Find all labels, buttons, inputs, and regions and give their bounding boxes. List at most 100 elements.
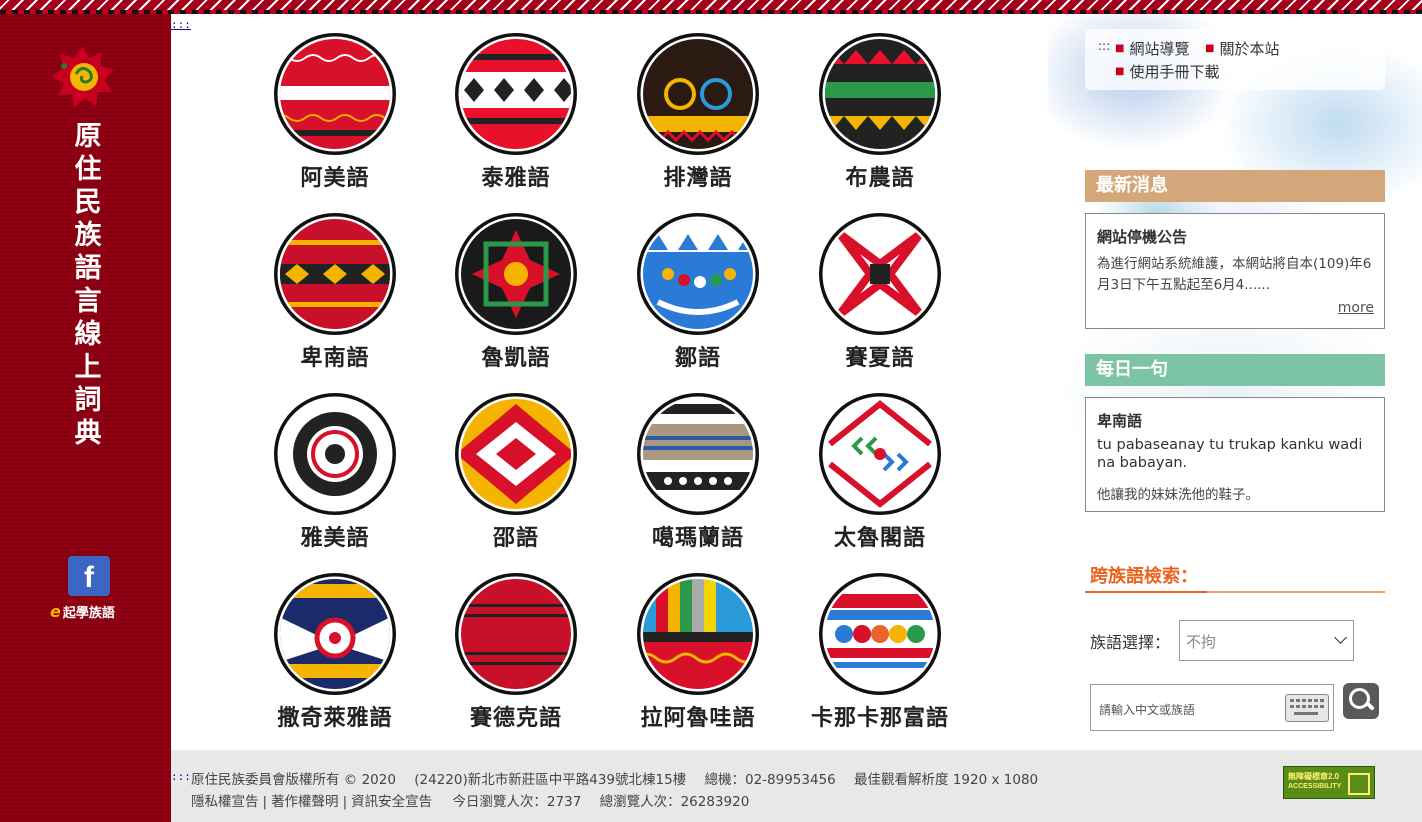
truku-pattern-icon (819, 393, 941, 515)
footer-line-1: 原住民族委員會版權所有 © 2020 (24220)新北市新莊區中平路439號北… (191, 768, 1052, 788)
accesskey-main[interactable]: ::: (171, 18, 191, 31)
seediq-pattern-icon (455, 573, 577, 695)
language-tile-puyuma[interactable]: 卑南語 (260, 208, 410, 383)
tsou-pattern-icon (637, 213, 759, 335)
footer-copyright: 原住民族委員會版權所有 © 2020 (191, 772, 396, 788)
saisiyat-pattern-icon (819, 213, 941, 335)
language-tile-tsou[interactable]: 鄒語 (623, 208, 773, 383)
language-label: 賽德克語 (469, 706, 562, 731)
language-tile-paiwan[interactable]: 排灣語 (623, 28, 773, 203)
language-label: 魯凱語 (481, 346, 551, 371)
language-tile-thao[interactable]: 邵語 (441, 388, 591, 563)
elearning-mark: e (50, 602, 61, 621)
footer-total-visits: 總瀏覽人次：26283920 (599, 794, 750, 810)
accessibility-badge-title: 無障礙標章2.0 (1288, 772, 1340, 781)
site-logo-icon[interactable] (50, 44, 116, 110)
news-more-link[interactable]: more (1338, 300, 1374, 316)
quicklinks-accesskey[interactable]: ::: (1098, 39, 1110, 53)
daily-sentence-chinese: 他讓我的妹妹洗他的鞋子。 (1097, 487, 1259, 503)
elearning-link[interactable]: e 起學族語 (50, 602, 115, 621)
footer-resolution: 最佳觀看解析度 1920 x 1080 (854, 772, 1039, 788)
accessibility-badge[interactable]: 無障礙標章2.0 ACCESSIBILITY (1283, 766, 1375, 799)
kavalan-pattern-icon (637, 393, 759, 515)
quicklink-manual-label: 使用手冊下載 (1129, 63, 1220, 81)
quick-links: ::: ■ 網站導覽 ■ 關於本站 ■ 使用手冊下載 (1085, 29, 1385, 90)
footer-privacy-link[interactable]: 隱私權宣告 (191, 794, 259, 810)
language-label: 卡那卡那富語 (810, 706, 949, 731)
language-tile-hlaalua[interactable]: 拉阿魯哇語 (623, 568, 773, 743)
language-tile-sakizaya[interactable]: 撒奇萊雅語 (260, 568, 410, 743)
news-body: 為進行網站系統維護，本網站將自本(109)年6月3日下午五點起至6月4.....… (1097, 256, 1372, 293)
quicklink-sitemap[interactable]: ■ 網站導覽 (1115, 38, 1189, 59)
quicklink-about-label: 關於本站 (1219, 40, 1280, 58)
yami-pattern-icon (274, 393, 396, 515)
footer: ::: 原住民族委員會版權所有 © 2020 (24220)新北市新莊區中平路4… (171, 750, 1422, 822)
news-heading: 最新消息 (1085, 170, 1385, 202)
kanakanavu-pattern-icon (819, 573, 941, 695)
language-label: 排灣語 (663, 166, 733, 191)
quicklink-sitemap-label: 網站導覽 (1129, 40, 1190, 58)
daily-sentence-language: 卑南語 (1097, 412, 1143, 430)
news-title[interactable]: 網站停機公告 (1097, 226, 1187, 247)
language-label: 撒奇萊雅語 (277, 706, 393, 731)
language-label: 賽夏語 (845, 346, 915, 371)
language-label: 雅美語 (300, 526, 370, 551)
footer-address: (24220)新北市新莊區中平路439號北棟15樓 (414, 772, 687, 788)
search-input-placeholder: 請輸入中文或族語 (1099, 703, 1196, 717)
search-title-underline (1085, 591, 1385, 593)
elearning-label: 起學族語 (62, 606, 115, 621)
daily-sentence-heading: 每日一句 (1085, 354, 1385, 386)
daily-sentence-box: 卑南語 tu pabaseanay tu trukap kanku wadi n… (1085, 397, 1385, 512)
quicklink-about[interactable]: ■ 關於本站 (1205, 38, 1279, 59)
bunun-pattern-icon (819, 33, 941, 155)
language-tile-yami[interactable]: 雅美語 (260, 388, 410, 563)
language-label: 泰雅語 (481, 166, 551, 191)
paiwan-pattern-icon (637, 33, 759, 155)
language-tile-kavalan[interactable]: 噶瑪蘭語 (623, 388, 773, 563)
footer-security-link[interactable]: 資訊安全宣告 (351, 794, 432, 810)
daily-sentence-native: tu pabaseanay tu trukap kanku wadi na ba… (1097, 437, 1363, 471)
search-button[interactable] (1343, 683, 1379, 719)
language-label: 太魯閣語 (833, 526, 926, 551)
language-label: 鄒語 (674, 346, 721, 371)
language-tile-kanakanavu[interactable]: 卡那卡那富語 (805, 568, 955, 743)
language-label: 噶瑪蘭語 (651, 526, 744, 551)
footer-accesskey[interactable]: ::: (171, 770, 191, 783)
hlaalua-pattern-icon (637, 573, 759, 695)
keyboard-icon[interactable] (1285, 694, 1329, 722)
footer-copyright-notice-link[interactable]: 著作權聲明 (271, 794, 339, 810)
language-tile-saisiyat[interactable]: 賽夏語 (805, 208, 955, 383)
language-label: 邵語 (492, 526, 539, 551)
search-input[interactable]: 請輸入中文或族語 (1090, 684, 1334, 731)
language-tile-amis[interactable]: 阿美語 (260, 28, 410, 203)
language-tile-bunun[interactable]: 布農語 (805, 28, 955, 203)
footer-line-2: 隱私權宣告 | 著作權聲明 | 資訊安全宣告 今日瀏覽人次：2737 總瀏覽人次：262… (191, 790, 763, 810)
footer-today-visits: 今日瀏覽人次：2737 (452, 794, 582, 810)
cross-language-search-title: 跨族語檢索： (1090, 566, 1198, 587)
language-tile-seediq[interactable]: 賽德克語 (441, 568, 591, 743)
puyuma-pattern-icon (274, 213, 396, 335)
language-label: 阿美語 (300, 166, 370, 191)
language-tile-atayal[interactable]: 泰雅語 (441, 28, 591, 203)
language-select-label: 族語選擇： (1090, 633, 1171, 652)
language-select-value: 不拘 (1186, 633, 1217, 651)
amis-pattern-icon (274, 33, 396, 155)
footer-separator: | (262, 794, 268, 810)
top-decorative-border (0, 0, 1422, 14)
site-title[interactable]: 原住民族語言線上詞典 (70, 120, 106, 450)
facebook-icon[interactable]: f (68, 556, 110, 596)
language-label: 拉阿魯哇語 (640, 706, 756, 731)
chevron-down-icon (1334, 631, 1347, 644)
language-select[interactable]: 不拘 (1179, 620, 1354, 661)
language-label: 布農語 (845, 166, 915, 191)
rukai-pattern-icon (455, 213, 577, 335)
language-tile-truku[interactable]: 太魯閣語 (805, 388, 955, 563)
footer-phone: 總機：02-89953456 (704, 772, 836, 788)
footer-separator: | (342, 794, 348, 810)
accessibility-badge-subtitle: ACCESSIBILITY (1288, 783, 1342, 790)
news-box: 網站停機公告 為進行網站系統維護，本網站將自本(109)年6月3日下午五點起至6… (1085, 213, 1385, 329)
sakizaya-pattern-icon (274, 573, 396, 695)
left-sidebar-footer-strip (0, 750, 171, 822)
quicklink-manual[interactable]: ■ 使用手冊下載 (1115, 61, 1219, 82)
language-tile-rukai[interactable]: 魯凱語 (441, 208, 591, 383)
